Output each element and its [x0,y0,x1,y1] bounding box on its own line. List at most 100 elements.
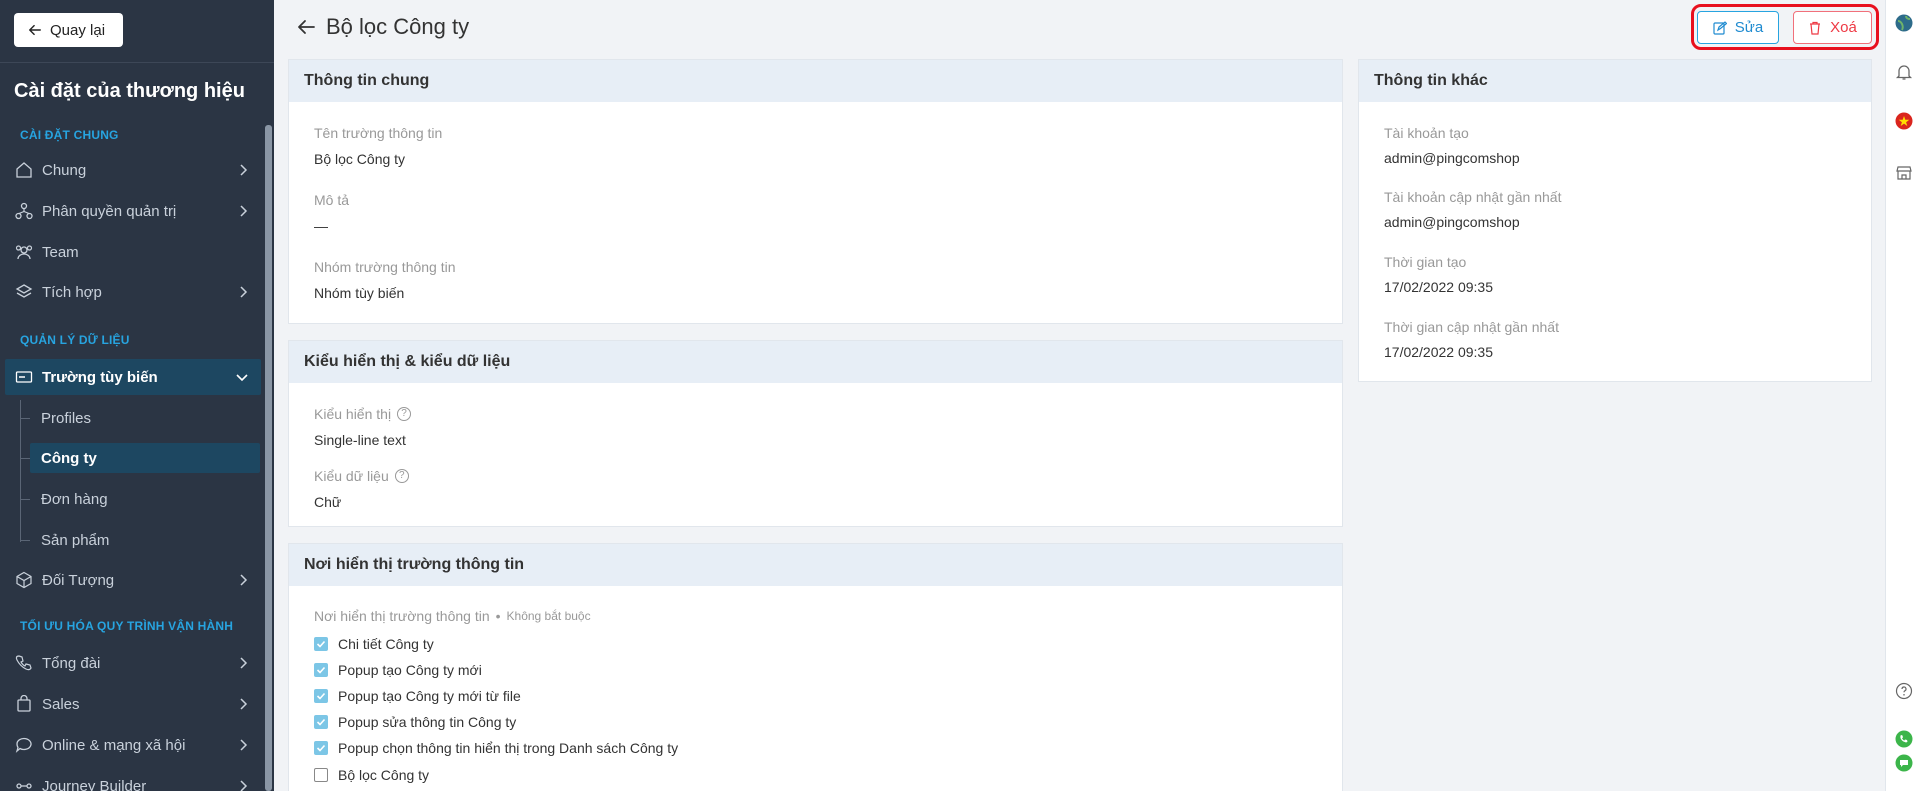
optional-note: Không bắt buộc [506,609,591,623]
placement-option-label: Chi tiết Công ty [338,636,434,652]
trash-icon [1810,21,1821,35]
description-label: Mô tả [314,192,350,208]
bell-icon[interactable] [1894,62,1914,82]
checkbox-checked-icon[interactable] [314,663,328,677]
globe-avatar-icon[interactable] [1894,13,1914,33]
card-title: Nơi hiển thị trường thông tin [289,544,1342,586]
edit-icon [1713,20,1727,35]
field-name-value: Bộ lọc Công ty [314,151,406,167]
placement-option[interactable]: Popup tạo Công ty mới từ file [314,688,521,704]
updated-at-label: Thời gian cập nhật gần nhất [1384,319,1559,335]
sidebar-item-label: Online & mạng xã hội [42,736,186,754]
sidebar-subitem-orders[interactable]: Đơn hàng [30,484,260,514]
chevron-right-icon [240,739,248,751]
sidebar-item-team[interactable]: Team [0,234,262,270]
edit-button-label: Sửa [1734,19,1764,36]
sidebar-divider [0,62,274,63]
message-icon[interactable] [1894,753,1914,773]
sidebar-item-integration[interactable]: Tích hợp [0,274,262,310]
card-title: Thông tin khác [1359,60,1871,102]
back-button[interactable]: Quay lại [14,13,123,47]
placement-label: Nơi hiển thị trường thông tin • Không bắ… [314,608,591,624]
data-type-value: Chữ [314,494,342,510]
description-value: — [314,218,328,234]
chevron-right-icon [240,657,248,669]
sidebar-item-label: Tổng đài [42,654,101,672]
display-type-card: Kiểu hiển thị & kiểu dữ liệu Kiểu hiển t… [288,340,1343,527]
sidebar-item-custom-fields[interactable]: Trường tùy biến [5,359,261,395]
sidebar-item-objects[interactable]: Đối Tượng [0,562,262,598]
bullet-separator: • [495,608,501,624]
page-header: Bộ lọc Công ty [296,14,469,40]
delete-button[interactable]: Xoá [1793,11,1872,44]
checkbox-checked-icon[interactable] [314,637,328,651]
placement-option-label: Popup chọn thông tin hiển thị trong Danh… [338,740,679,756]
placement-option-label: Popup tạo Công ty mới từ file [338,688,521,704]
sidebar-subitem-products[interactable]: Sản phẩm [30,525,260,555]
field-group-value: Nhóm tùy biến [314,285,405,301]
other-info-card: Thông tin khác Tài khoản tạo admin@pingc… [1358,59,1872,382]
sidebar-item-label: Chung [42,161,87,179]
checkbox-unchecked-icon[interactable] [314,768,328,782]
sidebar-subitem-company[interactable]: Công ty [30,443,260,473]
team-icon [14,242,34,262]
chevron-right-icon [240,164,248,176]
section-general-settings: CÀI ĐẶT CHUNG [20,128,119,142]
created-by-value: admin@pingcomshop [1384,150,1520,166]
sidebar-item-label: Team [42,243,79,261]
org-chart-icon [14,201,34,221]
phone-call-icon[interactable] [1894,729,1914,749]
display-type-value: Single-line text [314,432,406,448]
sidebar-item-label: Trường tùy biến [42,368,158,386]
placement-label-text: Nơi hiển thị trường thông tin [314,608,490,624]
back-arrow-icon[interactable] [296,17,316,37]
sidebar: Quay lại Cài đặt của thương hiệu CÀI ĐẶT… [0,0,274,791]
chevron-right-icon [240,574,248,586]
sidebar-item-label: Tích hợp [42,283,102,301]
help-icon[interactable] [1894,681,1914,701]
placement-option-label: Popup tạo Công ty mới [338,662,482,678]
sidebar-item-call-center[interactable]: Tổng đài [0,645,262,681]
updated-by-label: Tài khoản cập nhật gần nhất [1384,189,1562,205]
checkbox-checked-icon[interactable] [314,689,328,703]
data-type-label-text: Kiểu dữ liệu [314,468,389,484]
created-at-value: 17/02/2022 09:35 [1384,279,1493,295]
store-icon[interactable] [1894,163,1914,183]
home-icon [14,160,34,180]
chevron-down-icon [236,374,248,382]
sidebar-item-journey-builder[interactable]: Journey Builder [0,768,262,791]
bag-icon [14,694,34,714]
journey-icon [14,776,34,791]
section-data-management: QUẢN LÝ DỮ LIỆU [20,333,130,347]
field-name-label: Tên trường thông tin [314,125,443,141]
edit-button[interactable]: Sửa [1697,11,1779,44]
placement-option[interactable]: Popup sửa thông tin Công ty [314,714,516,730]
checkbox-checked-icon[interactable] [314,741,328,755]
placement-option[interactable]: Popup tạo Công ty mới [314,662,482,678]
chevron-right-icon [240,205,248,217]
custom-field-icon [14,367,34,387]
placement-option[interactable]: Chi tiết Công ty [314,636,434,652]
display-type-label: Kiểu hiển thị ? [314,406,412,422]
card-title: Kiểu hiển thị & kiểu dữ liệu [289,341,1342,383]
sidebar-subitem-profiles[interactable]: Profiles [30,403,260,433]
help-icon[interactable]: ? [397,407,412,421]
sidebar-item-admin-permissions[interactable]: Phân quyền quản trị [0,193,262,229]
chevron-right-icon [240,780,248,791]
placement-option-label: Bộ lọc Công ty [338,767,430,783]
sidebar-scrollbar[interactable] [265,125,272,791]
help-icon[interactable]: ? [394,469,409,483]
placement-option[interactable]: Popup chọn thông tin hiển thị trong Danh… [314,740,678,756]
created-by-label: Tài khoản tạo [1384,125,1469,141]
placement-option[interactable]: Bộ lọc Công ty [314,767,429,783]
data-type-label: Kiểu dữ liệu ? [314,468,409,484]
sidebar-item-chung[interactable]: Chung [0,152,262,188]
section-process-optimization: TỐI ƯU HÓA QUY TRÌNH VẬN HÀNH [20,619,234,633]
right-rail [1885,0,1920,791]
checkbox-checked-icon[interactable] [314,715,328,729]
arrow-left-icon [29,24,41,36]
sidebar-item-online-social[interactable]: Online & mạng xã hội [0,727,262,763]
delete-button-label: Xoá [1830,19,1857,36]
vietnam-flag-icon[interactable] [1894,111,1914,131]
sidebar-item-sales[interactable]: Sales [0,686,262,722]
